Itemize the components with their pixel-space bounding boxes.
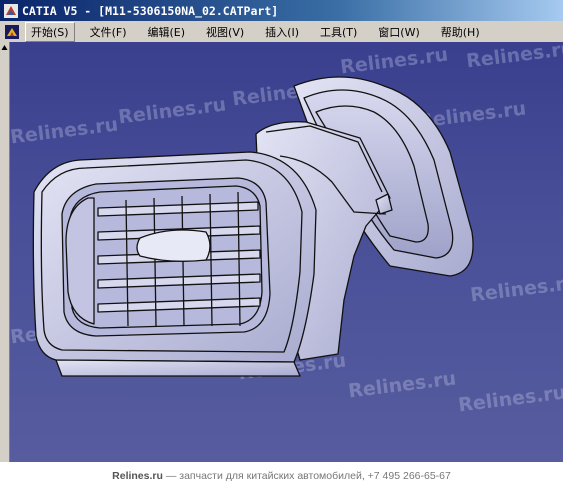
menu-view[interactable]: 视图(V) [200, 22, 250, 42]
menu-bar: 开始(S) 文件(F) 编辑(E) 视图(V) 插入(I) 工具(T) 窗口(W… [0, 21, 563, 42]
menu-start[interactable]: 开始(S) [25, 21, 75, 42]
3d-viewport[interactable]: Relines.ru Relines.ru Relines.ru Relines… [10, 42, 563, 462]
menu-edit[interactable]: 编辑(E) [142, 22, 192, 42]
arrow-up-icon[interactable] [0, 42, 9, 54]
menu-tools[interactable]: 工具(T) [314, 22, 363, 42]
window-title: CATIA V5 - [M11-5306150NA_02.CATPart] [22, 3, 279, 18]
catia-menu-icon[interactable] [5, 24, 19, 39]
footer-brand[interactable]: Relines.ru [112, 470, 163, 482]
footer-text: — запчасти для китайских автомобилей, +7… [162, 470, 451, 482]
menu-file[interactable]: 文件(F) [84, 22, 133, 42]
catia-app-icon [4, 3, 18, 18]
catia-window: CATIA V5 - [M11-5306150NA_02.CATPart] 开始… [0, 0, 563, 462]
vertical-scrollbar[interactable] [0, 42, 10, 462]
menu-window[interactable]: 窗口(W) [372, 22, 425, 42]
menu-insert[interactable]: 插入(I) [259, 22, 305, 42]
menu-help[interactable]: 帮助(H) [435, 22, 486, 42]
air-vent-part-model [32, 76, 474, 377]
title-bar[interactable]: CATIA V5 - [M11-5306150NA_02.CATPart] [0, 0, 563, 21]
footer: Relines.ru — запчасти для китайских авто… [0, 466, 563, 486]
